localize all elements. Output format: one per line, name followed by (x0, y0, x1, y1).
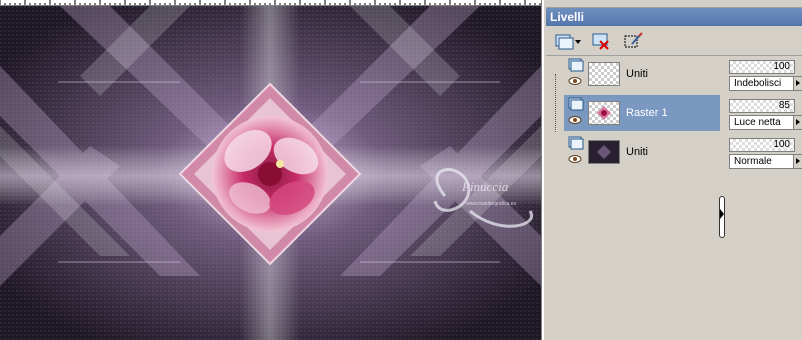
blend-mode-select[interactable]: Luce netta (729, 115, 802, 130)
dropdown-arrow-icon[interactable] (793, 77, 802, 90)
layer-type-icon (568, 58, 584, 72)
eye-icon[interactable] (568, 154, 582, 164)
artwork: Pinuccia www.maidiregrafica.eu (0, 6, 541, 340)
delete-layer-button[interactable] (590, 31, 612, 51)
delete-layer-icon (592, 33, 609, 50)
dropdown-arrow-icon[interactable] (793, 155, 802, 168)
opacity-value: 100 (773, 61, 790, 72)
layer-name: Raster 1 (626, 107, 668, 119)
layer-list: Uniti Raster 1 Uniti (552, 56, 720, 340)
flower-image (212, 116, 328, 232)
blend-mode-value: Luce netta (734, 117, 781, 128)
blend-mode-value: Normale (734, 156, 772, 167)
watermark-url: www.maidiregrafica.eu (466, 201, 517, 207)
panel-splitter[interactable] (718, 56, 726, 340)
layers-panel: Livelli Uniti Raster 1 Uniti 100 Indebol… (543, 0, 802, 340)
layer-thumbnail (588, 101, 620, 125)
blend-mode-value: Indebolisci (734, 78, 782, 89)
layer-props-raster-1: 85 Luce netta (729, 97, 802, 133)
selection-mask-icon (624, 32, 643, 48)
layer-name: Uniti (626, 68, 649, 80)
layer-type-icon (568, 136, 584, 150)
expand-arrow-icon (720, 209, 724, 219)
dark-thumb-icon (597, 145, 611, 159)
layer-props-uniti-top: 100 Indebolisci (729, 58, 802, 94)
blend-mode-select[interactable]: Normale (729, 154, 802, 169)
layers-toolbar (546, 26, 802, 56)
opacity-slider[interactable]: 85 (729, 99, 795, 113)
new-raster-layer-icon (555, 34, 581, 50)
layers-panel-title: Livelli (546, 8, 802, 26)
blend-mode-select[interactable]: Indebolisci (729, 76, 802, 91)
layer-properties: 100 Indebolisci 85 Luce netta 100 Normal… (727, 56, 802, 340)
watermark-name: Pinuccia (461, 179, 509, 194)
layers-area: Uniti Raster 1 Uniti 100 Indebolisci 85 … (546, 56, 802, 340)
layer-name: Uniti (626, 146, 649, 158)
layer-type-icon (568, 97, 584, 111)
opacity-slider[interactable]: 100 (729, 138, 795, 152)
eye-icon[interactable] (568, 76, 582, 86)
layer-row-uniti-top[interactable]: Uniti (564, 56, 720, 92)
eye-icon[interactable] (568, 115, 582, 125)
layer-row-raster-1[interactable]: Raster 1 (564, 95, 720, 131)
dropdown-arrow-icon[interactable] (793, 116, 802, 129)
layer-props-uniti-bottom: 100 Normale (729, 136, 802, 172)
layer-thumbnail (588, 140, 620, 164)
new-layer-button[interactable] (552, 31, 582, 51)
image-canvas[interactable]: Pinuccia www.maidiregrafica.eu (0, 6, 541, 340)
opacity-value: 100 (773, 139, 790, 150)
mask-layer-button[interactable] (622, 31, 644, 51)
layer-thumbnail (588, 62, 620, 86)
opacity-slider[interactable]: 100 (729, 60, 795, 74)
panel-top-edge (546, 0, 802, 8)
image-canvas-area[interactable]: Pinuccia www.maidiregrafica.eu (0, 0, 543, 340)
tree-line (555, 74, 556, 132)
layer-row-uniti-bottom[interactable]: Uniti (564, 134, 720, 170)
flower-thumb-icon (597, 106, 611, 120)
opacity-value: 85 (778, 100, 790, 111)
